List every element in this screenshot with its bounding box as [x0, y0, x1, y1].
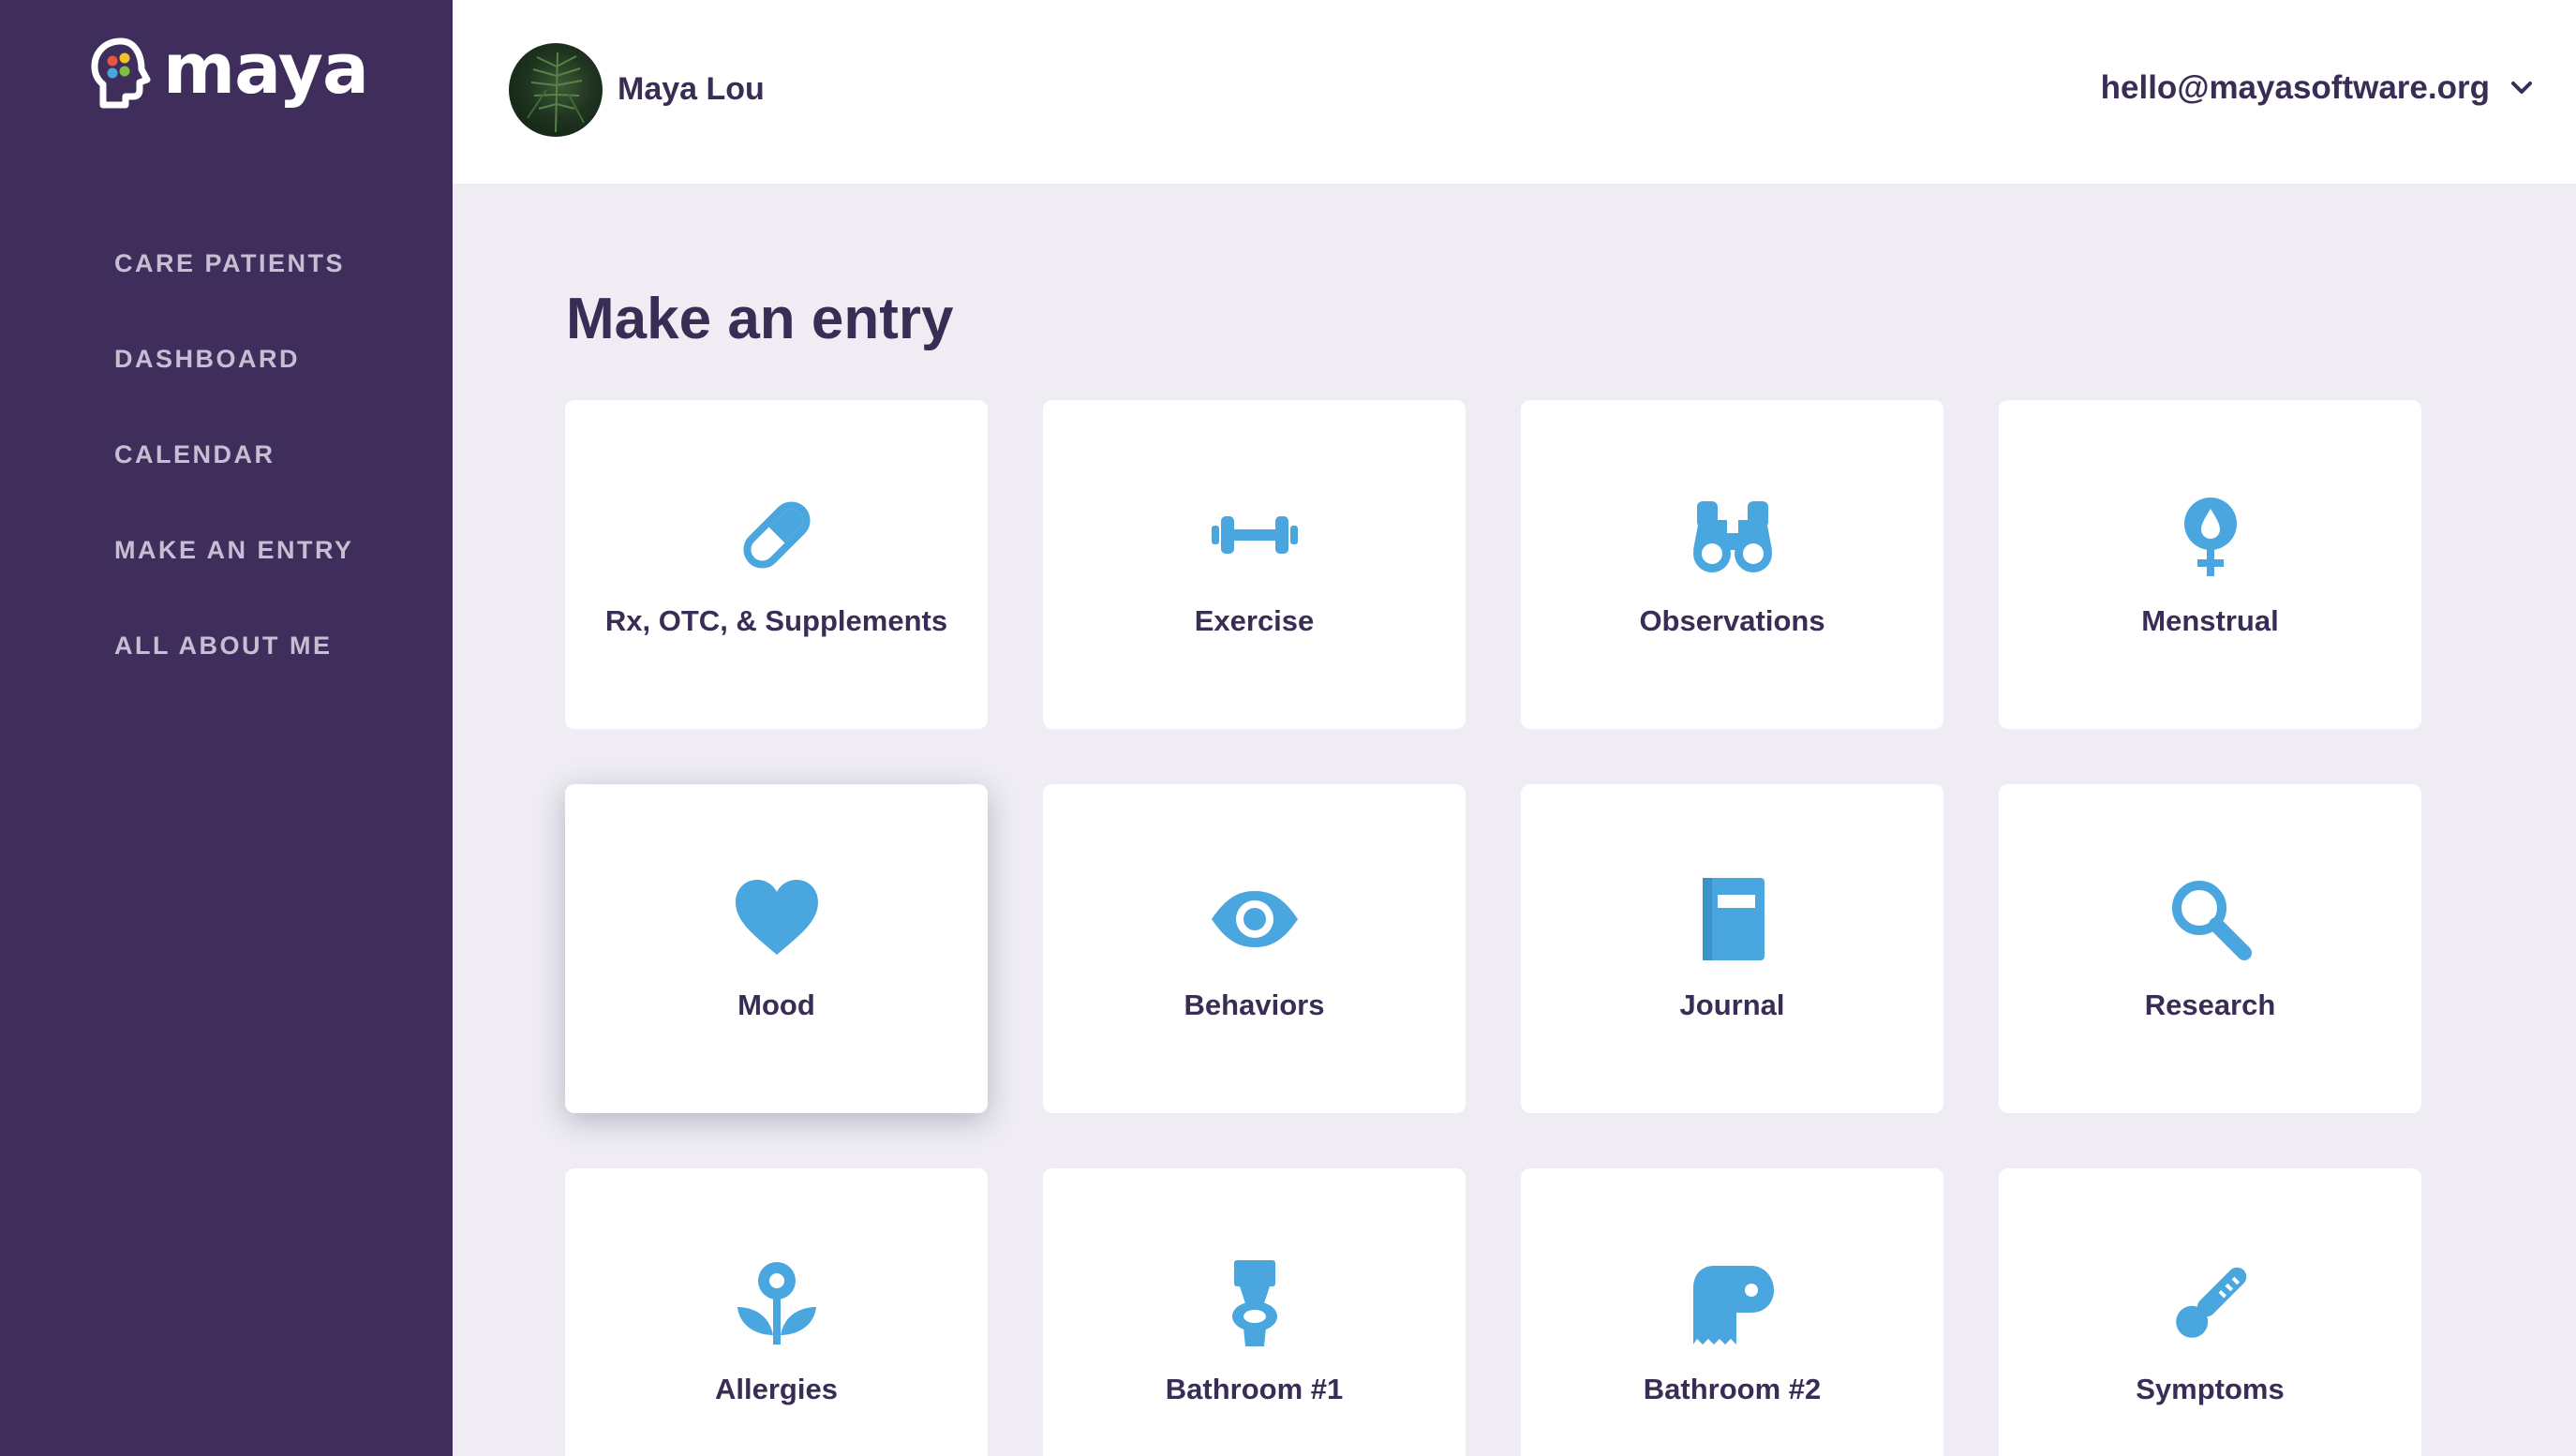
account-email: hello@mayasoftware.org: [2100, 69, 2490, 106]
entry-card-label: Observations: [1639, 604, 1825, 637]
entry-card-label: Behaviors: [1184, 988, 1325, 1021]
page-title: Make an entry: [566, 287, 954, 351]
toilet-icon: [1231, 1260, 1277, 1346]
menstrual-icon: [2183, 498, 2237, 576]
magnifier-icon: [2171, 881, 2252, 960]
entry-card-label: Journal: [1679, 988, 1785, 1021]
flower-icon: [737, 1262, 816, 1345]
dumbbell-icon: [1211, 516, 1298, 554]
entry-card-label: Rx, OTC, & Supplements: [604, 604, 948, 637]
sidebar-item-make-an-entry[interactable]: MAKE AN ENTRY: [114, 502, 354, 598]
brand-wordmark: maya: [163, 29, 369, 110]
user-name[interactable]: Maya Lou: [618, 71, 765, 108]
avatar[interactable]: [509, 43, 603, 137]
entry-card-exercise[interactable]: Exercise: [1043, 400, 1466, 729]
heart-icon: [735, 880, 818, 955]
entry-card-label: Bathroom #1: [1165, 1373, 1344, 1405]
entry-card-research[interactable]: Research: [1999, 784, 2421, 1113]
toilet-paper-icon: [1692, 1266, 1774, 1345]
entry-card-menstrual[interactable]: Menstrual: [1999, 400, 2421, 729]
entry-card-symptoms[interactable]: Symptoms: [1999, 1168, 2421, 1456]
sidebar: maya CARE PATIENTS DASHBOARD CALENDAR MA…: [0, 0, 453, 1456]
entry-card-bathroom-2[interactable]: Bathroom #2: [1521, 1168, 1943, 1456]
thermometer-icon: [2175, 1267, 2246, 1338]
avatar-image: [527, 52, 585, 133]
entry-card-label: Exercise: [1194, 604, 1315, 637]
entry-card-label: Mood: [737, 988, 815, 1021]
journal-icon: [1702, 878, 1764, 960]
entry-card-journal[interactable]: Journal: [1521, 784, 1943, 1113]
sidebar-item-calendar[interactable]: CALENDAR: [114, 407, 354, 502]
entry-card-label: Allergies: [715, 1373, 838, 1405]
chevron-down-icon: [2511, 82, 2532, 94]
entry-card-grid: Rx, OTC, & Supplements Exercise Observat…: [565, 400, 2421, 1456]
sidebar-item-dashboard[interactable]: DASHBOARD: [114, 311, 354, 407]
sidebar-item-all-about-me[interactable]: ALL ABOUT ME: [114, 598, 354, 693]
entry-card-observations[interactable]: Observations: [1521, 400, 1943, 729]
brand-logo[interactable]: maya: [90, 29, 369, 110]
sidebar-nav: CARE PATIENTS DASHBOARD CALENDAR MAKE AN…: [114, 215, 354, 693]
binoculars-icon: [1692, 501, 1772, 572]
entry-card-allergies[interactable]: Allergies: [565, 1168, 988, 1456]
top-bar: Maya Lou hello@mayasoftware.org: [453, 0, 2576, 184]
entry-card-bathroom-1[interactable]: Bathroom #1: [1043, 1168, 1466, 1456]
eye-icon: [1211, 891, 1298, 947]
entry-card-label: Bathroom #2: [1643, 1373, 1822, 1405]
entry-card-label: Research: [2144, 988, 2276, 1021]
entry-card-behaviors[interactable]: Behaviors: [1043, 784, 1466, 1113]
pill-icon: [742, 501, 811, 569]
entry-card-mood[interactable]: Mood: [565, 784, 988, 1113]
maya-head-icon: [91, 37, 151, 109]
sidebar-item-care-patients[interactable]: CARE PATIENTS: [114, 215, 354, 311]
account-menu[interactable]: hello@mayasoftware.org: [2101, 69, 2533, 107]
entry-card-label: Symptoms: [2136, 1373, 2285, 1405]
entry-card-label: Menstrual: [2141, 604, 2279, 637]
entry-card-rx[interactable]: Rx, OTC, & Supplements: [565, 400, 988, 729]
